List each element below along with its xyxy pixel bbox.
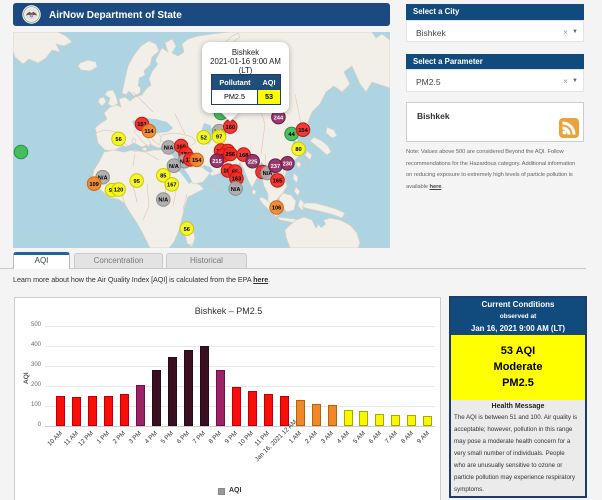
svg-text:52: 52 (201, 136, 207, 142)
svg-text:114: 114 (144, 129, 154, 135)
svg-text:80: 80 (295, 147, 301, 153)
svg-text:237: 237 (271, 164, 281, 170)
svg-text:109: 109 (89, 182, 99, 188)
svg-text:97: 97 (216, 135, 222, 141)
svg-text:106: 106 (272, 206, 282, 212)
svg-text:N/A: N/A (231, 187, 241, 193)
svg-text:167: 167 (167, 183, 177, 189)
svg-text:N/A: N/A (158, 198, 168, 204)
svg-text:256: 256 (226, 152, 236, 158)
svg-text:160: 160 (226, 125, 236, 131)
svg-text:120: 120 (114, 188, 124, 194)
svg-text:215: 215 (212, 159, 222, 165)
svg-text:165: 165 (273, 179, 283, 185)
svg-text:230: 230 (283, 162, 293, 168)
svg-text:56: 56 (184, 227, 190, 233)
svg-text:154: 154 (192, 158, 202, 164)
svg-text:244: 244 (274, 115, 284, 121)
svg-text:154: 154 (298, 128, 308, 134)
svg-text:85: 85 (160, 174, 166, 180)
svg-text:225: 225 (248, 159, 258, 165)
svg-text:95: 95 (134, 179, 140, 185)
svg-text:56: 56 (115, 137, 121, 143)
svg-text:N/A: N/A (169, 164, 179, 170)
svg-text:N/A: N/A (164, 146, 174, 152)
svg-text:44: 44 (288, 132, 295, 138)
svg-text:N/A: N/A (263, 171, 273, 177)
